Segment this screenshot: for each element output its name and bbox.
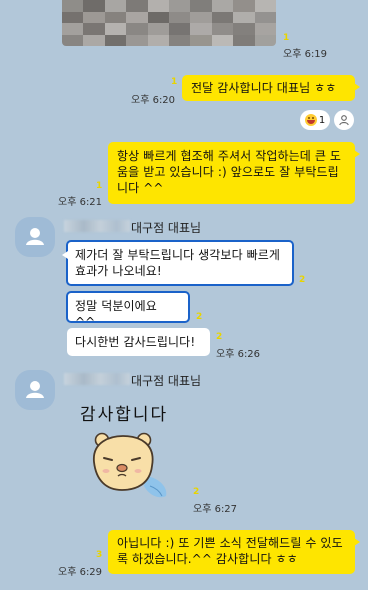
message-time: 오후 6:29 [58, 567, 103, 578]
bear-sticker-icon [93, 432, 167, 498]
person-outline-icon [339, 115, 349, 126]
sender-name: 대구점 대표님 [131, 374, 202, 388]
blurred-name [64, 373, 130, 385]
their-message-bubble[interactable]: 정말 덕분이에요 ^^ [66, 291, 190, 329]
sticker-text: 감사합니다 [80, 405, 169, 425]
add-reaction-button[interactable] [334, 110, 354, 130]
message-text: 정말 덕분이에요 ^^ [75, 299, 157, 329]
unread-count: 2 [299, 275, 306, 285]
reaction-count: 1 [318, 114, 326, 126]
grinning-face-icon [304, 114, 317, 126]
default-profile-icon [26, 381, 44, 398]
unread-count: 2 [196, 312, 203, 322]
their-message-bubble[interactable]: 제가더 잘 부탁드립니다 생각보다 빠르게 효과가 나오네요! [62, 240, 294, 286]
message-text: 다시한번 감사드립니다! [75, 335, 196, 349]
unread-count: 2 [193, 487, 200, 497]
my-message-bubble[interactable]: 항상 빠르게 협조해 주셔서 작업하는데 큰 도움을 받고 있습니다 :) 앞으… [108, 142, 360, 204]
message-time: 오후 6:27 [193, 504, 238, 515]
message-text: 제가더 잘 부탁드립니다 생각보다 빠르게 효과가 나오네요! [75, 248, 281, 278]
unread-count: 1 [96, 181, 103, 191]
message-time: 오후 6:21 [58, 197, 103, 208]
default-profile-icon [26, 228, 44, 245]
message-text: 전달 감사합니다 대표님 ㅎㅎ [191, 81, 337, 95]
message-text: 아닙니다 :) 또 기쁜 소식 전달해드릴 수 있도록 하겠습니다.^^ 감사합… [117, 536, 343, 566]
my-message-bubble[interactable]: 전달 감사합니다 대표님 ㅎㅎ [182, 75, 360, 101]
sticker[interactable]: 감사합니다 [66, 390, 188, 500]
message-time: 오후 6:19 [283, 49, 328, 60]
unread-count: 2 [216, 332, 223, 342]
reaction-badge[interactable]: 1 [300, 110, 330, 130]
their-message-bubble[interactable]: 다시한번 감사드립니다! [67, 328, 210, 356]
avatar[interactable] [15, 217, 55, 257]
avatar[interactable] [15, 370, 55, 410]
unread-count: 1 [283, 33, 290, 43]
blurred-name [64, 220, 130, 232]
shared-image[interactable] [62, 0, 276, 46]
unread-count: 3 [96, 550, 103, 560]
unread-count: 1 [171, 77, 178, 87]
message-time: 오후 6:20 [131, 95, 176, 106]
my-message-bubble[interactable]: 아닙니다 :) 또 기쁜 소식 전달해드릴 수 있도록 하겠습니다.^^ 감사합… [108, 530, 360, 574]
message-time: 오후 6:26 [216, 349, 261, 360]
sender-name: 대구점 대표님 [131, 221, 202, 235]
message-text: 항상 빠르게 협조해 주셔서 작업하는데 큰 도움을 받고 있습니다 :) 앞으… [117, 149, 342, 195]
